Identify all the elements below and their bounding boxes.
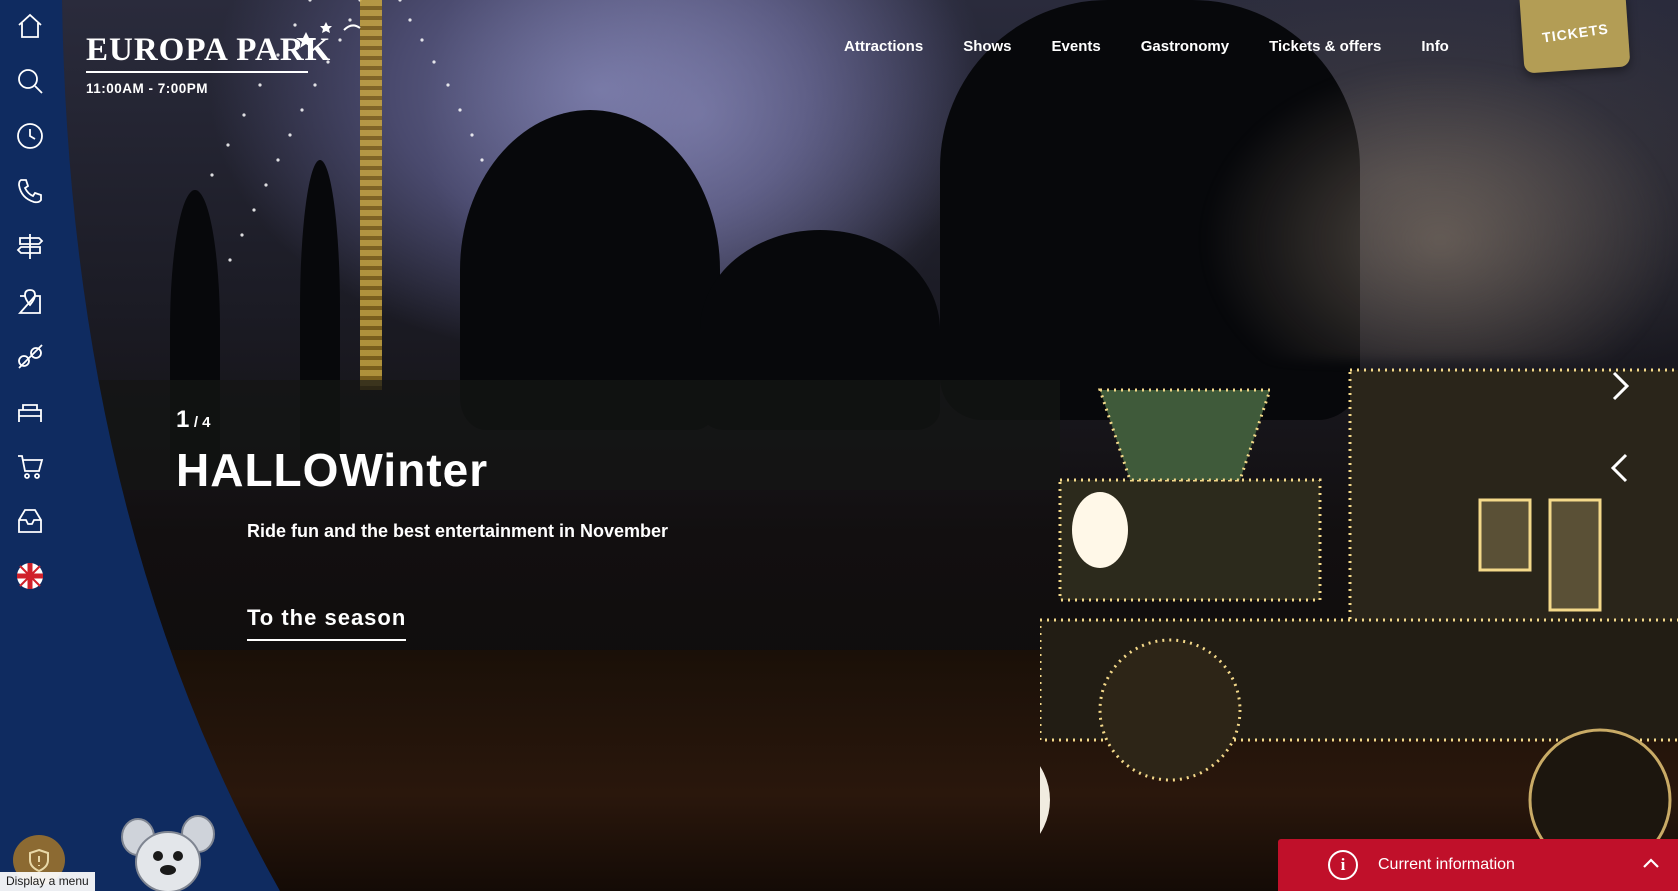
europa-park-logo[interactable]: EUROPA PARK 11:00AM - 7:00PM	[86, 22, 361, 96]
tickets-label: TICKETS	[1540, 20, 1610, 46]
search-icon[interactable]	[11, 62, 49, 100]
logo-underline	[86, 71, 308, 73]
hotel-icon[interactable]	[11, 392, 49, 430]
next-slide-arrow[interactable]	[1605, 366, 1635, 406]
to-the-season-link[interactable]: To the season	[247, 605, 407, 641]
inbox-icon[interactable]	[11, 502, 49, 540]
slide-total: / 4	[193, 414, 211, 431]
nav-events[interactable]: Events	[1052, 38, 1101, 55]
menu-hint-tooltip: Display a menu	[0, 872, 95, 891]
main-nav: Attractions Shows Events Gastronomy Tick…	[830, 38, 1449, 55]
stars-icon	[296, 22, 361, 48]
phone-icon[interactable]	[11, 172, 49, 210]
chevron-left-icon	[1610, 453, 1628, 483]
nav-gastronomy[interactable]: Gastronomy	[1141, 38, 1229, 55]
tickets-button[interactable]: TICKETS	[1519, 0, 1631, 74]
info-icon: i	[1328, 850, 1358, 880]
ride-tower	[360, 0, 382, 390]
slide-counter: 1 / 4	[176, 406, 211, 434]
illuminated-train-image	[1040, 368, 1678, 872]
slide-subtitle: Ride fun and the best entertainment in N…	[247, 521, 669, 541]
slide-title: HALLOWinter	[176, 444, 489, 496]
home-icon[interactable]	[11, 7, 49, 45]
sidebar	[0, 0, 62, 891]
chevron-right-icon	[1612, 371, 1630, 401]
cart-icon[interactable]	[11, 447, 49, 485]
info-bar-label: Current information	[1378, 856, 1515, 873]
current-information-bar[interactable]: i Current information	[1278, 839, 1678, 891]
nav-tickets-offers[interactable]: Tickets & offers	[1269, 38, 1381, 55]
clock-icon[interactable]	[11, 117, 49, 155]
slide-current: 1	[176, 406, 190, 433]
opening-hours: 11:00AM - 7:00PM	[86, 81, 209, 96]
nav-shows[interactable]: Shows	[963, 38, 1011, 55]
steam-cloud	[1200, 60, 1678, 360]
mascot-image	[121, 815, 215, 891]
prev-slide-arrow[interactable]	[1605, 448, 1635, 488]
uk-flag-icon[interactable]	[11, 557, 49, 595]
rides-icon[interactable]	[11, 337, 49, 375]
nav-info[interactable]: Info	[1421, 38, 1449, 55]
signpost-icon[interactable]	[11, 227, 49, 265]
page: Display a menu EUROPA PARK 11:00AM - 7:0…	[0, 0, 1678, 891]
chevron-up-icon[interactable]	[1642, 856, 1660, 870]
nav-attractions[interactable]: Attractions	[844, 38, 923, 55]
map-icon[interactable]	[11, 282, 49, 320]
